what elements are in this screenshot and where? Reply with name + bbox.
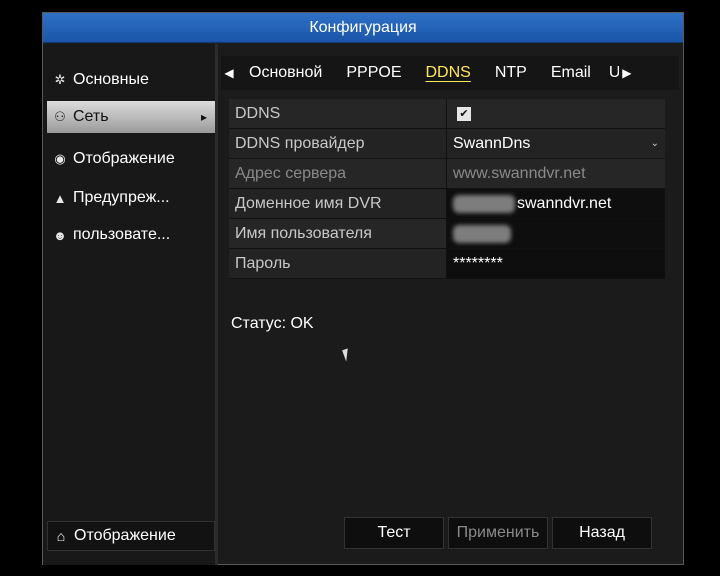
redacted-text [453,224,511,243]
tab-scroll-left-icon[interactable]: ◀ [221,66,237,80]
password-field[interactable]: ******** [447,249,665,278]
form-row-provider: DDNS провайдер SwannDns ⌄ [229,129,665,159]
username-field[interactable] [447,219,665,248]
provider-select[interactable]: SwannDns ⌄ [447,129,665,158]
gear-icon: ✲ [54,72,66,87]
server-address-value: www.swanndvr.net [453,164,586,182]
form-row-domain: Доменное имя DVR swanndvr.net [229,189,665,219]
warning-icon: ▲ [53,190,67,206]
password-label: Пароль [229,249,447,278]
sidebar-item-alerts[interactable]: ▲ Предупреж... [47,182,215,214]
form-row-password: Пароль ******** [229,249,665,279]
window-title: Конфигурация [43,13,683,43]
tab-bar: ◀ Основной PPPOE DDNS NTP Email U ▶ [221,56,679,90]
tab-upnp[interactable]: U [603,56,619,90]
live-view-button[interactable]: ⌂ Отображение [47,521,215,551]
sidebar-item-network[interactable]: ⚇ Сеть ▸ [47,101,215,133]
chevron-down-icon: ⌄ [650,138,659,149]
domain-value: swanndvr.net [517,194,612,212]
users-icon: ☻ [53,227,67,243]
test-button[interactable]: Тест [344,517,444,549]
status-text: Статус: OK [231,315,314,332]
sidebar-item-label: Предупреж... [73,189,170,206]
tab-ddns[interactable]: DDNS [414,56,483,90]
sidebar: ✲ Основные ⚇ Сеть ▸ ◉ Отображение ▲ Пред… [43,44,218,565]
ddns-value: ✔ [447,99,665,128]
tab-email[interactable]: Email [539,56,603,90]
form-row-ddns: DDNS ✔ [229,99,665,129]
apply-button[interactable]: Применить [448,517,548,549]
sidebar-item-display[interactable]: ◉ Отображение [47,143,215,175]
domain-label: Доменное имя DVR [229,189,447,218]
tab-scroll-right-icon[interactable]: ▶ [619,66,635,80]
config-window: Конфигурация ✲ Основные ⚇ Сеть ▸ ◉ Отобр… [42,12,684,565]
provider-value: SwannDns [453,134,531,152]
redacted-text [453,194,515,213]
chevron-right-icon: ▸ [200,110,207,124]
tab-ntp[interactable]: NTP [483,56,539,90]
live-view-label: Отображение [74,527,176,544]
tab-basic[interactable]: Основной [237,56,334,90]
provider-label: DDNS провайдер [229,129,447,158]
sidebar-item-users[interactable]: ☻ пользовате... [47,219,215,251]
username-label: Имя пользователя [229,219,447,248]
ddns-enable-checkbox[interactable]: ✔ [457,106,471,121]
ddns-form: DDNS ✔ DDNS провайдер SwannDns ⌄ Адрес с… [229,99,665,279]
form-row-server: Адрес сервера www.swanndvr.net [229,159,665,189]
network-icon: ⚇ [54,109,66,124]
sidebar-item-label: пользовате... [73,226,171,243]
sidebar-item-label: Основные [73,71,149,88]
sidebar-item-label: Отображение [73,150,175,167]
form-row-username: Имя пользователя [229,219,665,249]
sidebar-item-label: Сеть [73,108,109,125]
eye-icon: ◉ [54,151,66,166]
domain-field[interactable]: swanndvr.net [447,189,665,218]
tab-pppoe[interactable]: PPPOE [334,56,413,90]
ddns-label: DDNS [229,99,447,128]
sidebar-item-general[interactable]: ✲ Основные [47,64,215,96]
server-label: Адрес сервера [229,159,447,188]
home-icon: ⌂ [56,528,66,544]
back-button[interactable]: Назад [552,517,652,549]
